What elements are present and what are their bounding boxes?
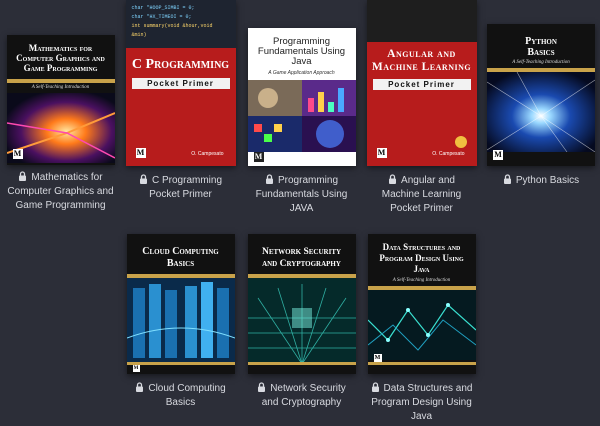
caption-line-3: Game Programming xyxy=(15,200,106,211)
cover-strip xyxy=(366,0,477,42)
book-card-math-graphics[interactable]: Mathematics for Computer Graphics and Ga… xyxy=(3,35,118,213)
book-cover[interactable]: Mathematics for Computer Graphics and Ga… xyxy=(6,35,115,165)
cover-subtitle: Pocket Primer xyxy=(372,79,471,90)
cover-title: Angular and Machine Learning xyxy=(371,48,472,73)
book-cover[interactable]: Data Structures and Program Design Using… xyxy=(367,234,476,374)
code-line: char *HOOP_SIMBI = 0; xyxy=(131,5,195,11)
code-line: int summary(void &hour,void &min) xyxy=(131,23,213,38)
cover-title: Python Basics xyxy=(525,36,557,58)
book-caption[interactable]: Network Security and Cryptography xyxy=(244,382,359,410)
lock-icon xyxy=(257,382,266,392)
cover-badge xyxy=(454,136,467,148)
book-cover[interactable]: Programming Fundamentals Using Java A Ga… xyxy=(247,28,356,166)
caption-line-2: and Cryptography xyxy=(261,397,342,408)
caption-line-3: JAVA xyxy=(289,203,314,214)
book-cover[interactable]: char *HOOP_SIMBI = 0; char *HX_TIMEOI = … xyxy=(125,0,236,166)
cover-title: Data Structures and Program Design Using… xyxy=(379,242,464,274)
cover-art xyxy=(367,290,476,360)
book-caption[interactable]: Angular and Machine Learning Pocket Prim… xyxy=(364,174,479,216)
publisher-logo: M xyxy=(253,152,264,162)
publisher-logo: M xyxy=(12,149,23,159)
book-caption[interactable]: Mathematics for Computer Graphics and Ga… xyxy=(3,171,118,213)
cover-subtitle: A Self-Teaching Introduction xyxy=(31,85,90,90)
caption-line-2: Pocket Primer xyxy=(149,189,212,200)
book-card-python-basics[interactable]: Python Basics A Self-Teaching Introducti… xyxy=(486,24,596,188)
publisher-logo: M xyxy=(135,148,146,158)
book-cover[interactable]: Cloud Computing Basics M xyxy=(126,234,235,374)
caption-line-2: Fundamentals Using xyxy=(255,189,348,200)
caption-line-1: Cloud Computing xyxy=(148,383,226,394)
book-cover[interactable]: Network Security and Cryptography xyxy=(247,234,356,374)
cover-subtitle: A Self-Teaching Introduction xyxy=(392,278,451,283)
cover-subtitle: Pocket Primer xyxy=(131,78,230,89)
cover-code-strip: char *HOOP_SIMBI = 0; char *HX_TIMEOI = … xyxy=(125,0,236,48)
publisher-logo: M xyxy=(132,365,140,372)
caption-line-2: Program Design Using xyxy=(371,397,472,408)
book-cover[interactable]: Python Basics A Self-Teaching Introducti… xyxy=(487,24,595,166)
book-card-network-security[interactable]: Network Security and Cryptography Networ… xyxy=(244,234,359,410)
book-caption[interactable]: Programming Fundamentals Using JAVA xyxy=(244,174,359,216)
lock-icon xyxy=(503,174,512,184)
cover-art xyxy=(487,72,595,152)
cover-subtitle: A Game Application Approach xyxy=(268,70,335,76)
book-card-data-structures-java[interactable]: Data Structures and Program Design Using… xyxy=(364,234,479,424)
code-line: char *HX_TIMEOI = 0; xyxy=(131,14,192,20)
cover-author: O. Campesato xyxy=(432,151,465,157)
caption-line-3: Pocket Primer xyxy=(390,203,453,214)
caption-line-1: Mathematics for xyxy=(31,172,103,183)
cover-subtitle: A Self-Teaching Introduction xyxy=(512,60,570,65)
cover-author: O. Campesato xyxy=(191,151,224,157)
lock-icon xyxy=(135,382,144,392)
caption-line-1: Programming xyxy=(277,175,339,186)
caption-line-2: Computer Graphics and xyxy=(7,186,114,197)
book-caption[interactable]: Cloud Computing Basics xyxy=(123,382,238,410)
book-card-programming-fundamentals-java[interactable]: Programming Fundamentals Using Java A Ga… xyxy=(244,28,359,216)
book-caption[interactable]: C Programming Pocket Primer xyxy=(123,174,238,202)
cover-title: C Programming xyxy=(131,57,230,72)
cover-art xyxy=(6,93,115,163)
caption-line-1: Data Structures and xyxy=(383,383,473,394)
cover-title: Network Security and Cryptography xyxy=(261,247,342,269)
book-cover[interactable]: Angular and Machine Learning Pocket Prim… xyxy=(366,0,477,166)
lock-icon xyxy=(265,174,274,184)
lock-icon xyxy=(18,171,27,181)
caption-line-2: Basics xyxy=(165,397,196,408)
caption-line-1: Network Security xyxy=(270,383,346,394)
lock-icon xyxy=(388,174,397,184)
cover-art xyxy=(126,278,235,364)
publisher-logo: M xyxy=(376,148,387,158)
cover-title: Mathematics for Computer Graphics and Ga… xyxy=(16,43,105,73)
cover-title: Programming Fundamentals Using Java xyxy=(257,36,346,67)
caption-line-2: Machine Learning xyxy=(381,189,462,200)
caption-line-1: Python Basics xyxy=(515,175,580,186)
book-caption[interactable]: Data Structures and Program Design Using… xyxy=(364,382,479,424)
caption-line-1: Angular and xyxy=(401,175,455,186)
caption-line-3: Java xyxy=(410,411,433,422)
cover-art xyxy=(247,80,356,152)
publisher-logo: M xyxy=(493,150,503,160)
lock-icon xyxy=(371,382,380,392)
book-caption[interactable]: Python Basics xyxy=(486,174,596,188)
book-card-angular-ml[interactable]: Angular and Machine Learning Pocket Prim… xyxy=(364,0,479,216)
book-card-c-programming[interactable]: char *HOOP_SIMBI = 0; char *HX_TIMEOI = … xyxy=(123,0,238,202)
lock-icon xyxy=(139,174,148,184)
publisher-logo: M xyxy=(373,354,382,362)
caption-line-1: C Programming xyxy=(151,175,223,186)
cover-title: Cloud Computing Basics xyxy=(142,246,219,269)
cover-art xyxy=(247,278,356,364)
book-card-cloud-computing[interactable]: Cloud Computing Basics M Cloud Computing… xyxy=(123,234,238,410)
